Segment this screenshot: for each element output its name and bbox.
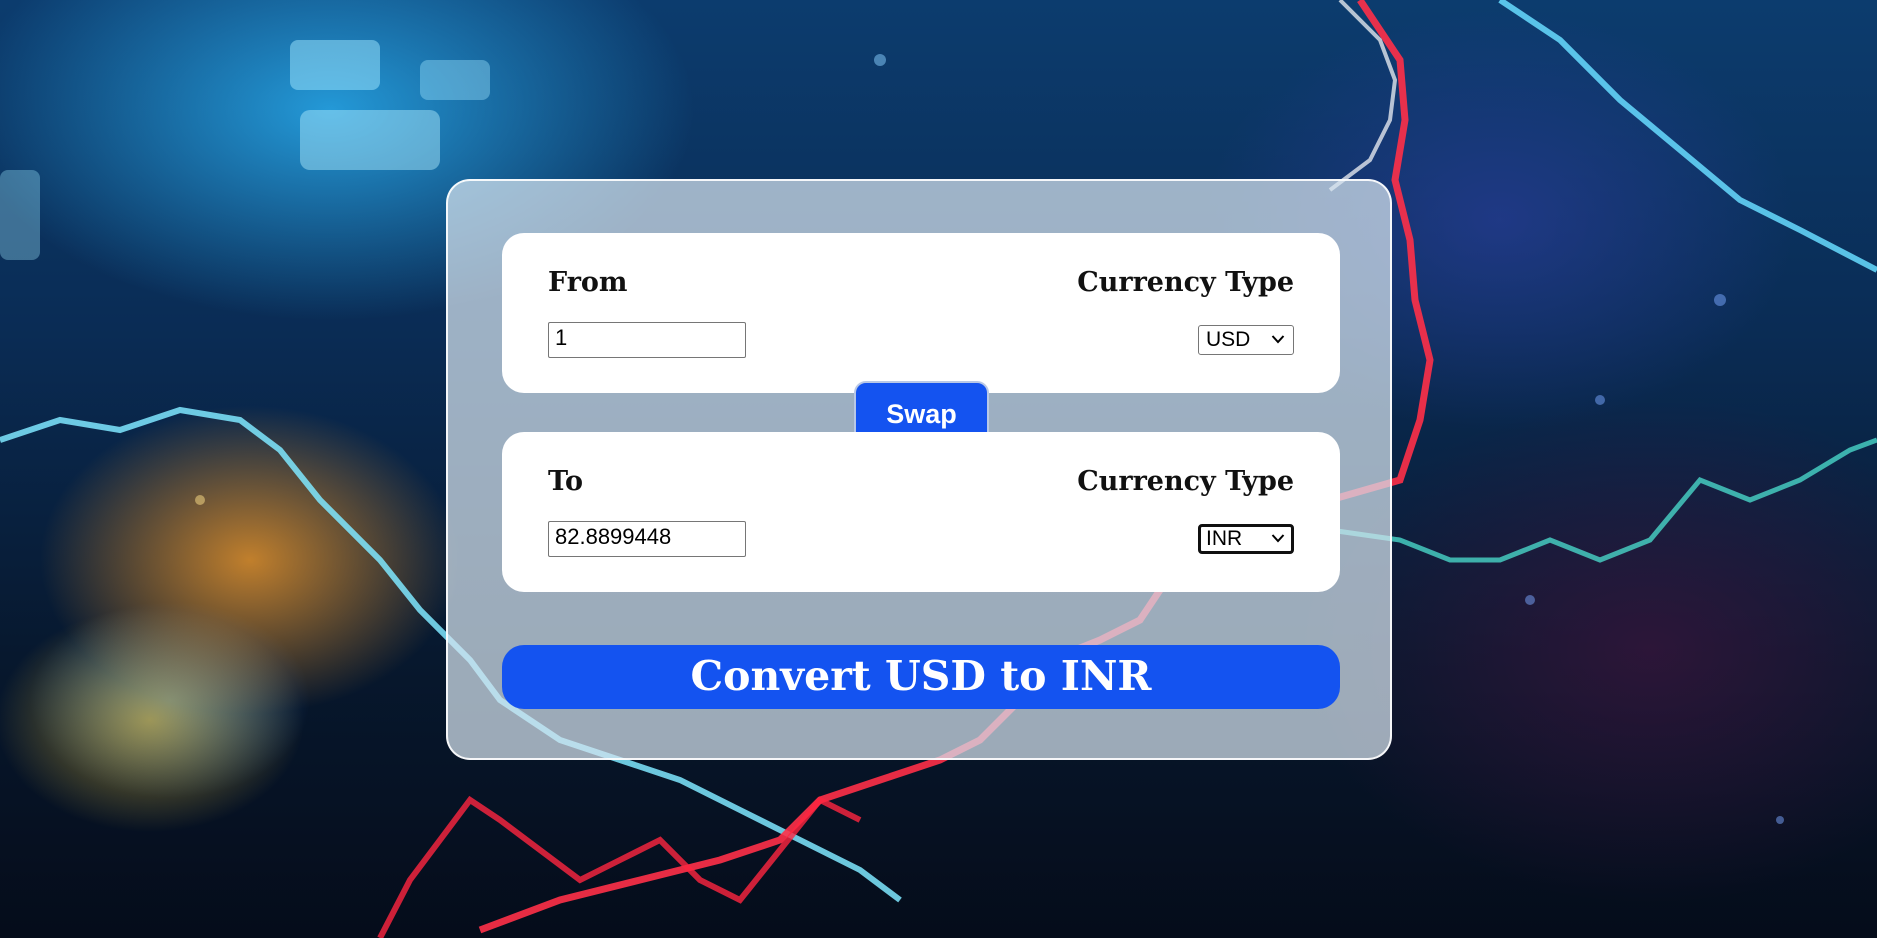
to-currency-select[interactable]: INR xyxy=(1198,524,1294,554)
to-currency-value: INR xyxy=(1206,527,1243,550)
converter-card: From Currency Type 1 USD Swap To Currenc… xyxy=(446,179,1392,760)
chevron-down-icon xyxy=(1271,335,1285,344)
from-currency-select[interactable]: USD xyxy=(1198,325,1294,355)
to-currency-type-label: Currency Type xyxy=(1077,466,1294,497)
from-label: From xyxy=(548,267,628,298)
from-currency-value: USD xyxy=(1206,328,1251,351)
convert-button[interactable]: Convert USD to INR xyxy=(502,645,1340,709)
from-amount-input[interactable]: 1 xyxy=(548,322,746,358)
from-currency-type-label: Currency Type xyxy=(1077,267,1294,298)
to-panel: To Currency Type 82.8899448 INR xyxy=(502,432,1340,592)
to-label: To xyxy=(548,466,584,497)
chevron-down-icon xyxy=(1271,534,1285,543)
from-panel: From Currency Type 1 USD xyxy=(502,233,1340,393)
to-amount-input[interactable]: 82.8899448 xyxy=(548,521,746,557)
